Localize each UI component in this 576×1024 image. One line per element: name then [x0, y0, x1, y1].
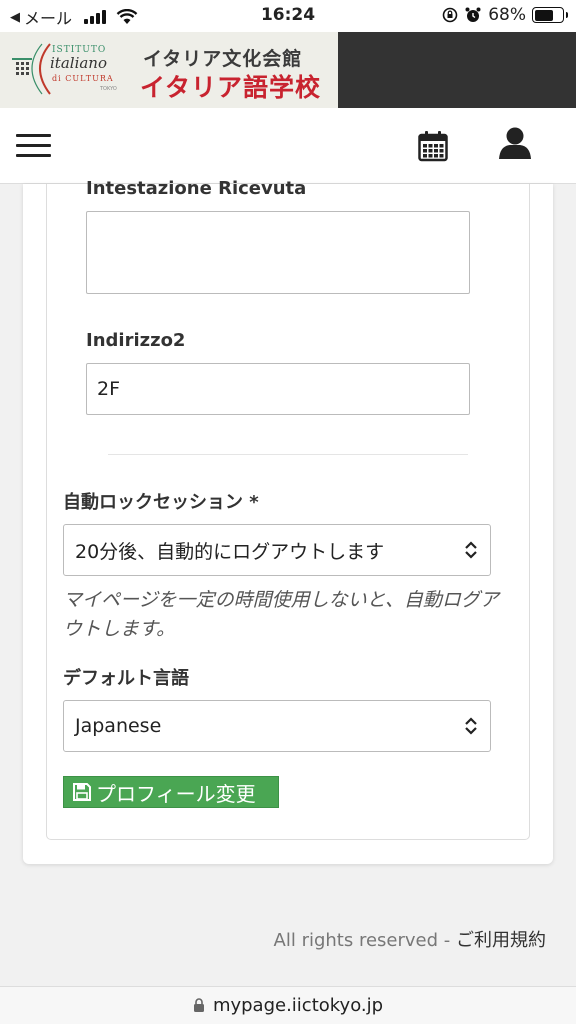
save-profile-button[interactable]: プロフィール変更: [63, 776, 279, 808]
autolock-label: 自動ロックセッション *: [63, 492, 259, 513]
select-chevron-icon: [465, 541, 477, 559]
save-button-label: プロフィール変更: [96, 781, 256, 806]
nav-bar: [0, 108, 576, 184]
status-bar-right: 68%: [442, 5, 568, 25]
logo-text-cultura: di CULTURA: [52, 74, 114, 83]
terms-link[interactable]: ご利用規約: [456, 930, 546, 951]
receipt-label: Intestazione Ricevuta: [86, 178, 307, 199]
battery-icon: [532, 7, 568, 23]
autolock-selected-value: 20分後、自動的にログアウトします: [75, 540, 385, 563]
calendar-icon[interactable]: [418, 130, 448, 162]
banner-logo-area[interactable]: ISTITUTO italiano di CULTURA TOKYO イタリア文…: [0, 32, 338, 108]
banner-title-school: イタリア語学校: [140, 73, 322, 102]
lock-icon: [193, 998, 204, 1012]
address2-input[interactable]: 2F: [86, 363, 470, 415]
language-label: デフォルト言語: [63, 668, 189, 689]
autolock-select[interactable]: 20分後、自動的にログアウトします: [63, 524, 491, 576]
orientation-lock-icon: [442, 7, 458, 23]
logo-text-tokyo: TOKYO: [100, 86, 117, 92]
logo-text-italiano: italiano: [50, 54, 107, 72]
battery-fill: [534, 9, 553, 21]
footer-rights: All rights reserved -: [273, 930, 451, 951]
footer: All rights reserved - ご利用規約: [274, 926, 546, 952]
banner-title-institute: イタリア文化会館: [143, 48, 303, 70]
alarm-icon: [465, 7, 481, 22]
site-banner: ISTITUTO italiano di CULTURA TOKYO イタリア文…: [0, 32, 576, 108]
select-chevron-icon: [465, 717, 477, 735]
address2-label: Indirizzo2: [86, 330, 186, 351]
browser-url-bar[interactable]: mypage.iictokyo.jp: [0, 986, 576, 1024]
receipt-textarea[interactable]: [86, 211, 470, 294]
user-icon[interactable]: [498, 126, 532, 162]
battery-percent: 68%: [488, 5, 526, 25]
hamburger-menu-icon[interactable]: [16, 134, 51, 158]
language-select[interactable]: Japanese: [63, 700, 491, 752]
autolock-help-text: マイページを一定の時間使用しないと、自動ログアウトします。: [63, 589, 499, 640]
floppy-disk-icon: [73, 783, 91, 801]
section-divider: [108, 454, 468, 455]
status-bar: ◀ メール 16:24 68%: [0, 0, 576, 32]
url-text: mypage.iictokyo.jp: [212, 995, 384, 1016]
language-selected-value: Japanese: [75, 715, 162, 737]
screen: ◀ メール 16:24 68% ISTITUTO italiano di CUL…: [0, 0, 576, 1024]
